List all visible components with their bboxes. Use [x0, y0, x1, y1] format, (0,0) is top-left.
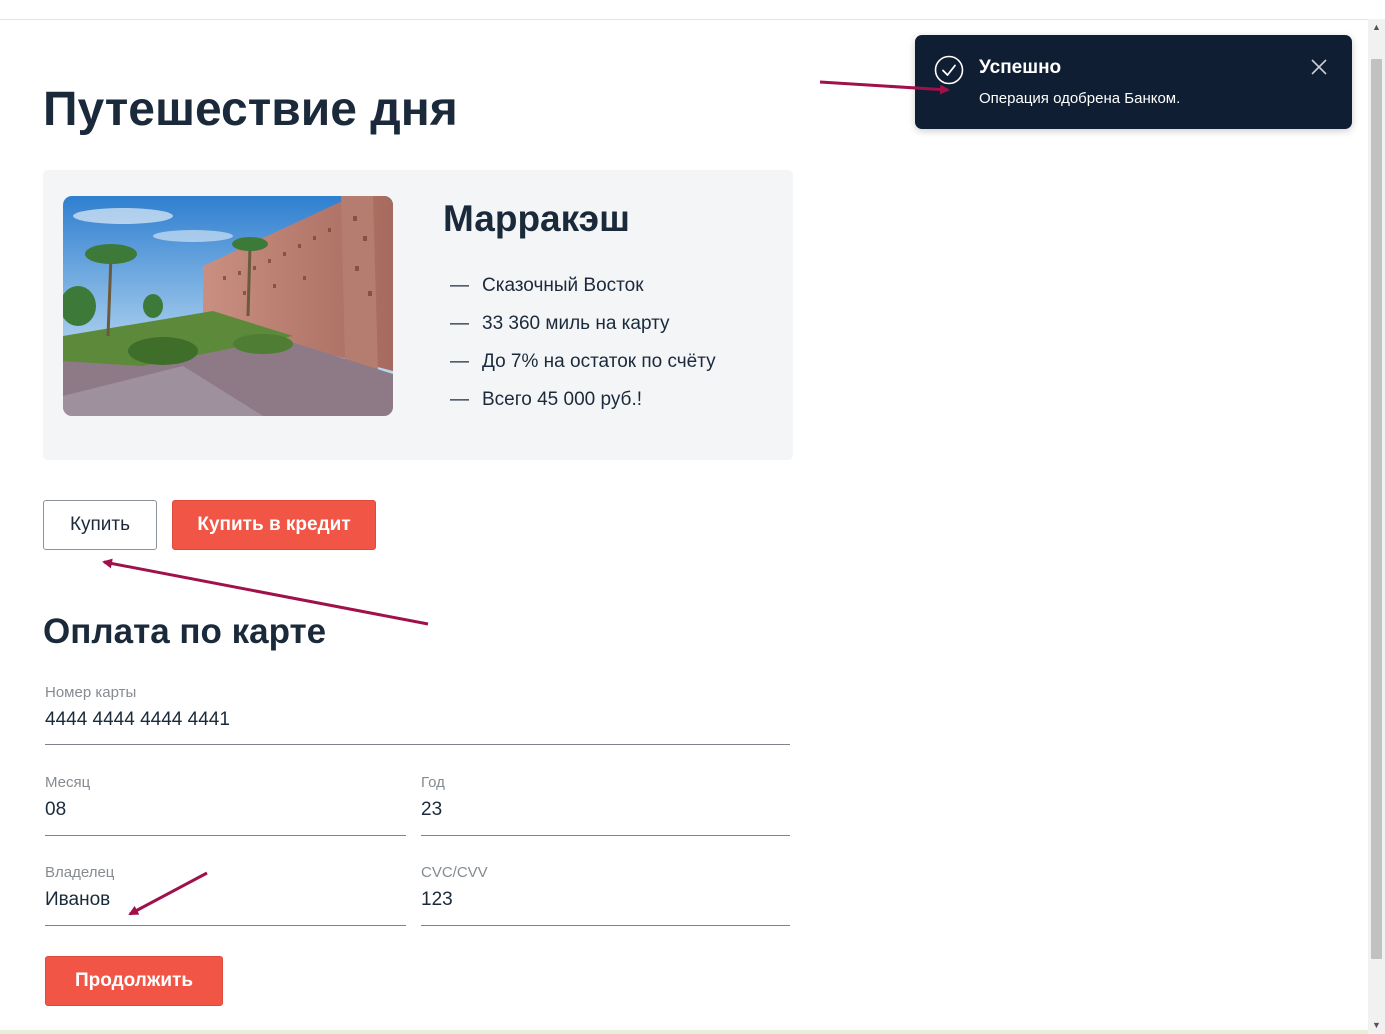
bullet-dash: — [450, 389, 469, 410]
feature-item: — Всего 45 000 руб.! [450, 384, 716, 422]
vertical-scrollbar[interactable]: ▲ ▼ [1368, 19, 1385, 1034]
notification-message: Операция одобрена Банком. [979, 90, 1181, 107]
page-title: Путешествие дня [43, 83, 458, 136]
offer-card: Марракэш — Сказочный Восток — 33 360 миль … [43, 170, 793, 460]
bullet-dash: — [450, 275, 469, 296]
year-input[interactable] [421, 794, 790, 826]
card-number-label: Номер карты [45, 684, 137, 701]
owner-label: Владелец [45, 864, 115, 881]
city-name: Марракэш [443, 198, 630, 239]
buy-button[interactable]: Купить [43, 500, 157, 550]
check-circle-icon [934, 55, 964, 85]
page-bottom-strip [0, 1030, 1368, 1034]
month-label: Месяц [45, 774, 91, 791]
feature-item: — 33 360 миль на карту [450, 308, 716, 346]
success-notification: Успешно Операция одобрена Банком. [915, 35, 1352, 129]
month-input[interactable] [45, 794, 406, 826]
year-label: Год [421, 774, 445, 791]
feature-list: — Сказочный Восток —33 360 миль на карту … [450, 270, 716, 422]
scrollbar-thumb[interactable] [1371, 59, 1382, 959]
payment-section-title: Оплата по карте [43, 612, 327, 651]
scroll-up-arrow-icon[interactable]: ▲ [1368, 19, 1385, 36]
notification-title: Успешно [979, 57, 1062, 78]
feature-item: — Сказочный Восток [450, 270, 716, 308]
cvc-input[interactable] [421, 884, 790, 916]
feature-text: 33 360 миль на карту [482, 313, 670, 334]
owner-input[interactable] [45, 884, 406, 916]
scroll-down-arrow-icon[interactable]: ▼ [1368, 1017, 1385, 1034]
card-number-input[interactable] [45, 704, 790, 736]
feature-text: Сказочный Восток [482, 275, 644, 296]
month-field: Месяц [45, 772, 406, 836]
buy-credit-button[interactable]: Купить в кредит [172, 500, 376, 550]
feature-text: Всего 45 000 руб.! [482, 389, 642, 410]
close-icon[interactable] [1309, 57, 1329, 77]
feature-item: — До 7% на остаток по счёту [450, 346, 716, 384]
browser-top-strip [0, 0, 1368, 20]
card-number-field: Номер карты [45, 682, 790, 745]
continue-button[interactable]: Продолжить [45, 956, 223, 1006]
year-field: Год [421, 772, 790, 836]
feature-text: До 7% на остаток по счёту [482, 351, 716, 372]
city-photo [63, 196, 393, 416]
bullet-dash: — [450, 351, 469, 372]
cvc-field: CVC/CVV [421, 862, 790, 926]
owner-field: Владелец [45, 862, 406, 926]
cvc-label: CVC/CVV [421, 864, 488, 881]
bullet-dash: — [450, 313, 469, 334]
